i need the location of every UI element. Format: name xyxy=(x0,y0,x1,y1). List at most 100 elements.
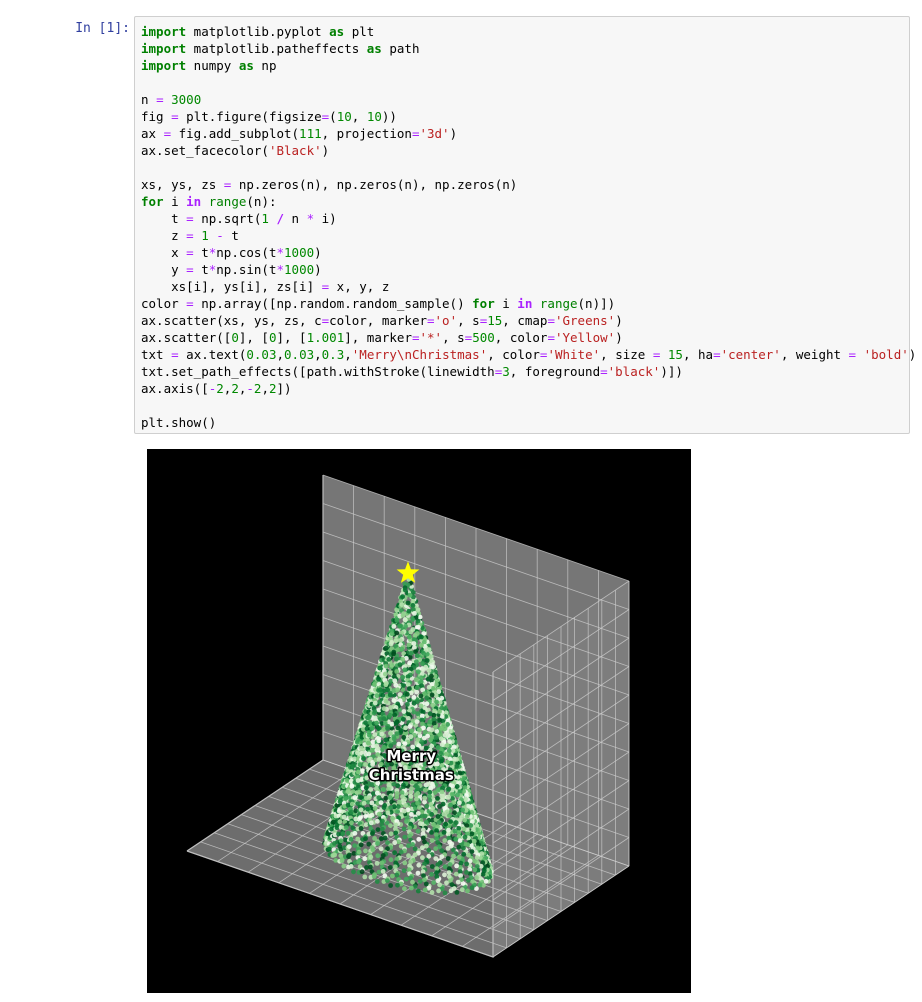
scatter-point xyxy=(429,838,435,843)
code-token: = xyxy=(186,211,194,226)
scatter-point xyxy=(457,800,462,806)
code-token: t xyxy=(141,211,187,226)
code-token: np xyxy=(253,58,277,73)
code-editor[interactable]: import matplotlib.pyplot as plt import ma… xyxy=(141,23,916,431)
code-token: 15 xyxy=(667,347,683,362)
scatter-point xyxy=(378,846,384,852)
scatter-point xyxy=(457,838,463,843)
scatter-point xyxy=(455,879,461,885)
scatter-point xyxy=(454,764,460,769)
scatter-point xyxy=(429,812,435,817)
scatter-point xyxy=(421,735,427,741)
scatter-point xyxy=(376,738,382,744)
code-line: color = np.array([np.random.random_sampl… xyxy=(141,295,916,312)
scatter-point xyxy=(387,795,393,800)
scatter-point xyxy=(394,872,400,878)
scatter-point xyxy=(446,794,451,800)
scatter-point xyxy=(346,852,352,858)
code-token: / xyxy=(276,211,285,226)
scatter-point xyxy=(389,639,395,645)
scatter-point xyxy=(428,737,433,743)
scatter-point xyxy=(446,870,452,875)
scatter-point xyxy=(394,630,400,636)
scatter-point xyxy=(340,831,346,836)
scatter-point xyxy=(429,890,435,895)
scatter-point xyxy=(402,667,408,673)
scatter-point xyxy=(393,638,399,644)
code-token: ) xyxy=(449,126,458,141)
code-token: matplotlib.pyplot xyxy=(186,24,330,39)
scatter-point xyxy=(439,797,445,803)
code-token: txt.set_path_effects([path.withStroke(li… xyxy=(141,364,495,379)
code-token: 1 xyxy=(201,228,209,243)
code-token: , weight xyxy=(780,347,849,362)
scatter-point xyxy=(339,858,345,864)
code-token: txt xyxy=(141,347,172,362)
code-token: ) xyxy=(321,143,330,158)
scatter-point xyxy=(405,701,410,707)
scatter-point xyxy=(456,844,462,850)
scatter-point xyxy=(416,624,421,630)
scatter-point xyxy=(437,804,442,809)
scatter-point xyxy=(422,813,428,819)
scatter-point xyxy=(385,878,390,883)
scatter-point xyxy=(366,714,372,720)
code-token: ( xyxy=(329,109,337,124)
scatter-point xyxy=(375,853,381,859)
code-line: txt.set_path_effects([path.withStroke(li… xyxy=(141,363,916,380)
code-token: * xyxy=(276,262,285,277)
scatter-point xyxy=(358,745,364,751)
scatter-point xyxy=(407,686,412,692)
scatter-point xyxy=(404,691,410,697)
code-token: 0.03 xyxy=(246,347,277,362)
scatter-point xyxy=(375,746,381,752)
scatter-point xyxy=(362,874,368,880)
code-token: , projection xyxy=(321,126,412,141)
code-token: = xyxy=(171,347,179,362)
code-token: ax.scatter([ xyxy=(141,330,232,345)
code-token: plt.show() xyxy=(141,415,217,430)
code-token: path xyxy=(381,41,420,56)
code-token: ) xyxy=(908,347,917,362)
scatter-point xyxy=(363,720,369,726)
scatter-point xyxy=(429,864,435,869)
scatter-point xyxy=(401,798,406,804)
scatter-point xyxy=(469,885,475,891)
scatter-point xyxy=(388,678,394,684)
code-token: in xyxy=(186,194,202,209)
scatter-point xyxy=(392,678,398,684)
code-token: 'Yellow' xyxy=(554,330,616,345)
scatter-point xyxy=(391,736,397,742)
scatter-point xyxy=(391,651,396,657)
scatter-point xyxy=(431,717,437,722)
code-token: = xyxy=(163,126,172,141)
scatter-point xyxy=(352,795,358,800)
scatter-point xyxy=(483,878,489,884)
scatter-point xyxy=(388,705,394,710)
scatter-point xyxy=(422,877,427,883)
scatter-point xyxy=(407,592,413,598)
scatter-point xyxy=(343,825,349,830)
scatter-point xyxy=(448,888,454,894)
scatter-point xyxy=(422,787,428,793)
scatter-point xyxy=(437,717,443,723)
scatter-point xyxy=(418,693,424,699)
scatter-point xyxy=(348,837,354,842)
plot-text-line: Christmas xyxy=(369,766,454,784)
scatter-point xyxy=(415,711,421,717)
code-cell[interactable]: import matplotlib.pyplot as plt import ma… xyxy=(134,16,916,434)
scatter-point xyxy=(455,792,460,798)
code-token: ) xyxy=(615,313,623,328)
scatter-point xyxy=(425,676,431,682)
scatter-point xyxy=(387,712,393,718)
scatter-point xyxy=(375,818,380,824)
scatter-point xyxy=(410,617,416,622)
code-token: 'center' xyxy=(720,347,781,362)
scatter-point xyxy=(446,874,452,880)
scatter-point xyxy=(401,709,407,714)
scatter-point xyxy=(426,684,432,690)
scatter-point xyxy=(415,669,421,675)
scatter-point xyxy=(458,860,464,866)
scatter-point xyxy=(400,594,405,600)
